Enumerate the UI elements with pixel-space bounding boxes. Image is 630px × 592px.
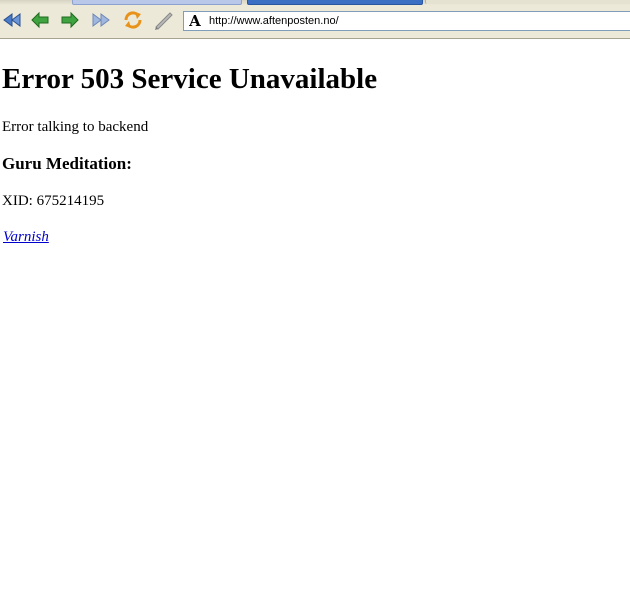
tab-active[interactable] — [247, 0, 423, 5]
reload-icon — [124, 11, 142, 29]
browser-chrome: A http://www.aftenposten.no/ — [0, 0, 630, 39]
back-button[interactable] — [28, 9, 52, 31]
pencil-icon — [155, 12, 173, 30]
xid-text: XID: 675214195 — [2, 193, 105, 209]
site-favicon-icon: A — [189, 12, 201, 30]
address-bar[interactable]: A http://www.aftenposten.no/ — [183, 11, 630, 31]
page-title: Error 503 Service Unavailable — [2, 63, 378, 95]
page-content: Error 503 Service Unavailable Error talk… — [0, 38, 630, 592]
varnish-link[interactable]: Varnish — [3, 228, 49, 246]
arrow-left-icon — [31, 11, 49, 29]
reload-button[interactable] — [121, 9, 145, 31]
guru-meditation-heading: Guru Meditation: — [2, 154, 132, 173]
first-page-button[interactable] — [0, 9, 24, 31]
tab-inactive[interactable] — [72, 0, 242, 5]
url-text[interactable]: http://www.aftenposten.no/ — [209, 14, 339, 29]
edit-button[interactable] — [152, 9, 176, 31]
tab-inactive-2[interactable] — [425, 0, 630, 4]
arrow-right-icon — [61, 11, 79, 29]
last-page-button[interactable] — [89, 9, 113, 31]
tab-strip — [0, 0, 630, 5]
double-arrow-right-icon — [92, 13, 110, 27]
double-arrow-left-icon — [3, 13, 21, 27]
error-message: Error talking to backend — [2, 119, 149, 135]
forward-button[interactable] — [58, 9, 82, 31]
